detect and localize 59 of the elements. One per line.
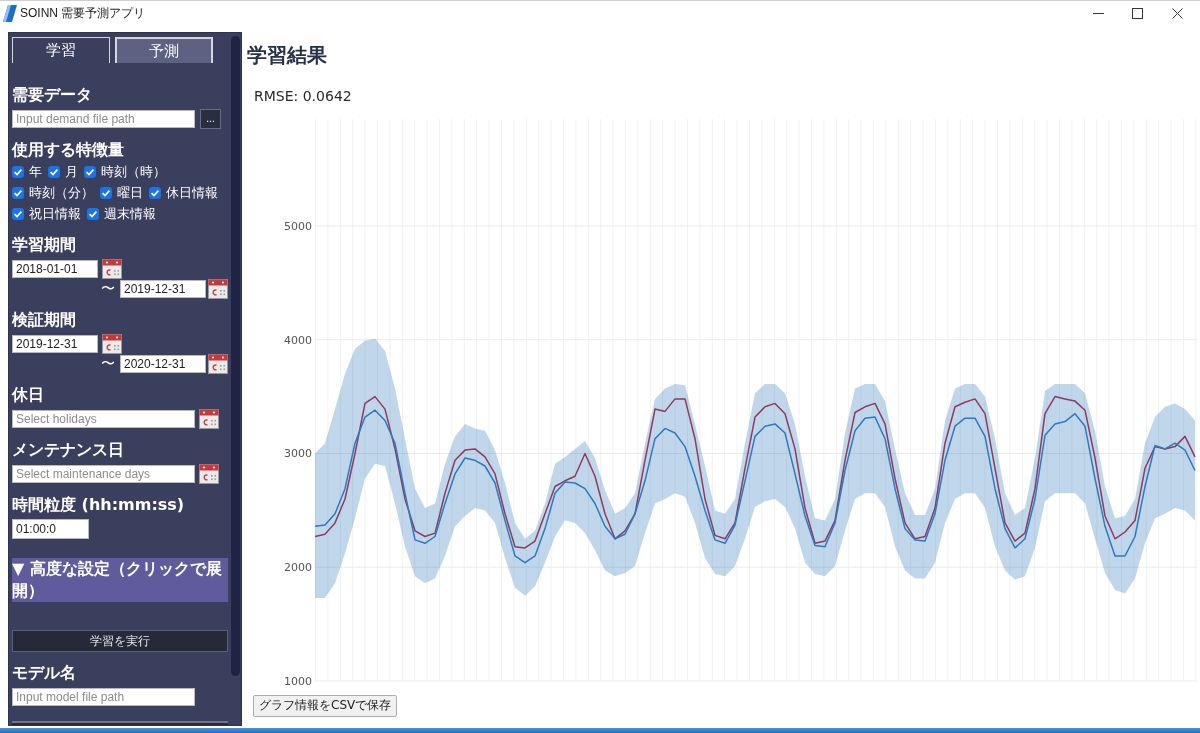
checkbox-label: 週末情報 xyxy=(104,205,156,223)
time-field[interactable]: 01:00:0 xyxy=(12,519,89,539)
calendar-icon[interactable] xyxy=(208,354,228,374)
checkbox[interactable] xyxy=(149,186,161,199)
range-separator: 〜 xyxy=(100,355,116,373)
window-title: SOINN 需要予測アプリ xyxy=(20,5,146,22)
section-heading: 休日 xyxy=(12,386,45,404)
section-heading: モデル名 xyxy=(12,664,77,682)
file-path-field[interactable]: Input model file path xyxy=(12,688,195,706)
date-field[interactable]: 2020-12-31 xyxy=(120,355,206,373)
run-training-button[interactable]: 学習を実行 xyxy=(12,630,228,652)
section-heading: 使用する特徴量 xyxy=(12,141,125,159)
checkbox[interactable] xyxy=(84,165,96,178)
section-heading: 時間粒度 (hh:mm:ss) xyxy=(12,496,186,514)
y-tick-label: 1000 xyxy=(284,675,312,688)
date-field[interactable]: 2018-01-01 xyxy=(12,260,98,278)
y-tick-label: 4000 xyxy=(284,333,312,347)
file-path-field[interactable]: Input demand file path xyxy=(12,110,195,128)
date-field[interactable]: 2019-12-31 xyxy=(120,280,206,298)
checkbox[interactable] xyxy=(12,207,24,220)
range-separator: 〜 xyxy=(100,280,116,298)
checkbox-label: 時刻（分） xyxy=(29,184,94,202)
logo-icon xyxy=(3,5,17,22)
checkbox[interactable] xyxy=(48,165,60,178)
calendar-icon[interactable] xyxy=(208,279,228,299)
checkbox[interactable] xyxy=(100,186,112,199)
checkbox[interactable] xyxy=(12,186,24,199)
page-title: 学習結果 xyxy=(247,43,328,67)
checkbox-label: 休日情報 xyxy=(166,184,218,202)
checkbox-label: 祝日情報 xyxy=(29,205,81,223)
calendar-icon[interactable] xyxy=(199,464,219,484)
calendar-icon[interactable] xyxy=(102,334,122,354)
rmse-text: RMSE: 0.0642 xyxy=(254,87,353,105)
date-select-field[interactable]: Select maintenance days xyxy=(12,465,195,483)
date-select-field[interactable]: Select holidays xyxy=(12,410,195,428)
browse-button[interactable]: ... xyxy=(200,109,221,129)
checkbox[interactable] xyxy=(87,207,99,220)
date-field[interactable]: 2019-12-31 xyxy=(12,335,98,353)
checkbox-label: 曜日 xyxy=(117,184,143,202)
y-tick-label: 2000 xyxy=(284,561,312,575)
section-heading: 検証期間 xyxy=(12,311,77,329)
calendar-icon[interactable] xyxy=(199,409,219,429)
section-heading: 学習期間 xyxy=(12,236,77,254)
calendar-icon[interactable] xyxy=(102,259,122,279)
section-heading: 需要データ xyxy=(12,86,93,104)
close-icon[interactable] xyxy=(1172,8,1183,19)
advanced-settings-toggle[interactable]: ▼ 高度な設定（クリックで展開） xyxy=(12,558,228,602)
checkbox-label: 年 xyxy=(29,163,42,181)
y-tick-label: 5000 xyxy=(284,219,312,233)
tab[interactable]: 学習 xyxy=(12,37,110,63)
scrollbar-thumb[interactable] xyxy=(231,36,240,676)
checkbox-label: 時刻（時） xyxy=(101,163,166,181)
tab[interactable]: 予測 xyxy=(115,37,213,63)
save-csv-button[interactable]: グラフ情報をCSVで保存 xyxy=(253,694,398,717)
checkbox-label: 月 xyxy=(65,163,78,181)
maximize-icon[interactable] xyxy=(1132,8,1143,19)
checkbox[interactable] xyxy=(12,165,24,178)
section-heading: メンテナンス日 xyxy=(12,441,125,459)
y-tick-label: 3000 xyxy=(284,447,312,461)
